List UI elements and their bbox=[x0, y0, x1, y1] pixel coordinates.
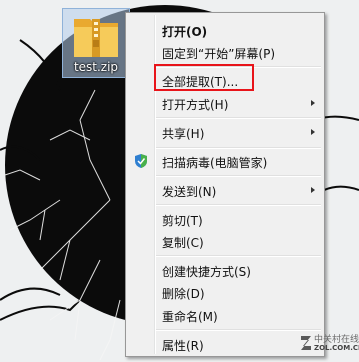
chevron-right-icon bbox=[311, 187, 315, 193]
menu-item-open[interactable]: 打开(O) bbox=[128, 19, 322, 41]
menu-separator bbox=[156, 117, 321, 119]
extract-all-highlight-box bbox=[154, 64, 254, 91]
menu-item-label: 剪切(T) bbox=[162, 214, 203, 228]
menu-item-pin-to-start[interactable]: 固定到“开始”屏幕(P) bbox=[128, 41, 322, 63]
menu-separator bbox=[156, 175, 321, 177]
menu-item-label: 固定到“开始”屏幕(P) bbox=[162, 47, 276, 61]
menu-item-label: 打开方式(H) bbox=[162, 98, 229, 112]
menu-item-label: 复制(C) bbox=[162, 236, 204, 250]
menu-item-create-shortcut[interactable]: 创建快捷方式(S) bbox=[128, 259, 322, 281]
menu-item-copy[interactable]: 复制(C) bbox=[128, 230, 322, 252]
chevron-right-icon bbox=[311, 100, 315, 106]
zip-file-icon-item[interactable]: test.zip bbox=[62, 8, 130, 78]
menu-item-delete[interactable]: 删除(D) bbox=[128, 281, 322, 303]
zol-watermark: 中关村在线 ZOL.COM.CN bbox=[300, 330, 359, 358]
menu-separator bbox=[156, 204, 321, 206]
zip-folder-icon bbox=[74, 19, 118, 57]
file-name-label: test.zip bbox=[73, 60, 119, 74]
menu-item-label: 重命名(M) bbox=[162, 310, 218, 324]
menu-separator bbox=[156, 255, 321, 257]
menu-item-label: 扫描病毒(电脑管家) bbox=[162, 156, 268, 170]
zol-logo-icon bbox=[301, 336, 311, 350]
menu-item-label: 删除(D) bbox=[162, 287, 205, 301]
menu-item-cut[interactable]: 剪切(T) bbox=[128, 208, 322, 230]
menu-item-scan-virus[interactable]: 扫描病毒(电脑管家) bbox=[128, 150, 322, 172]
menu-item-label: 属性(R) bbox=[162, 339, 204, 353]
menu-item-rename[interactable]: 重命名(M) bbox=[128, 304, 322, 326]
menu-item-label: 发送到(N) bbox=[162, 185, 217, 199]
watermark-bottom-text: ZOL.COM.CN bbox=[314, 344, 359, 352]
menu-item-send-to[interactable]: 发送到(N) bbox=[128, 179, 322, 201]
shield-icon bbox=[135, 154, 147, 168]
menu-item-label: 打开(O) bbox=[162, 25, 208, 39]
menu-item-properties[interactable]: 属性(R) bbox=[128, 333, 322, 355]
menu-item-share[interactable]: 共享(H) bbox=[128, 121, 322, 143]
menu-separator bbox=[156, 329, 321, 331]
menu-item-label: 创建快捷方式(S) bbox=[162, 265, 251, 279]
chevron-right-icon bbox=[311, 129, 315, 135]
menu-item-open-with[interactable]: 打开方式(H) bbox=[128, 92, 322, 114]
menu-item-label: 共享(H) bbox=[162, 127, 205, 141]
menu-separator bbox=[156, 147, 321, 149]
